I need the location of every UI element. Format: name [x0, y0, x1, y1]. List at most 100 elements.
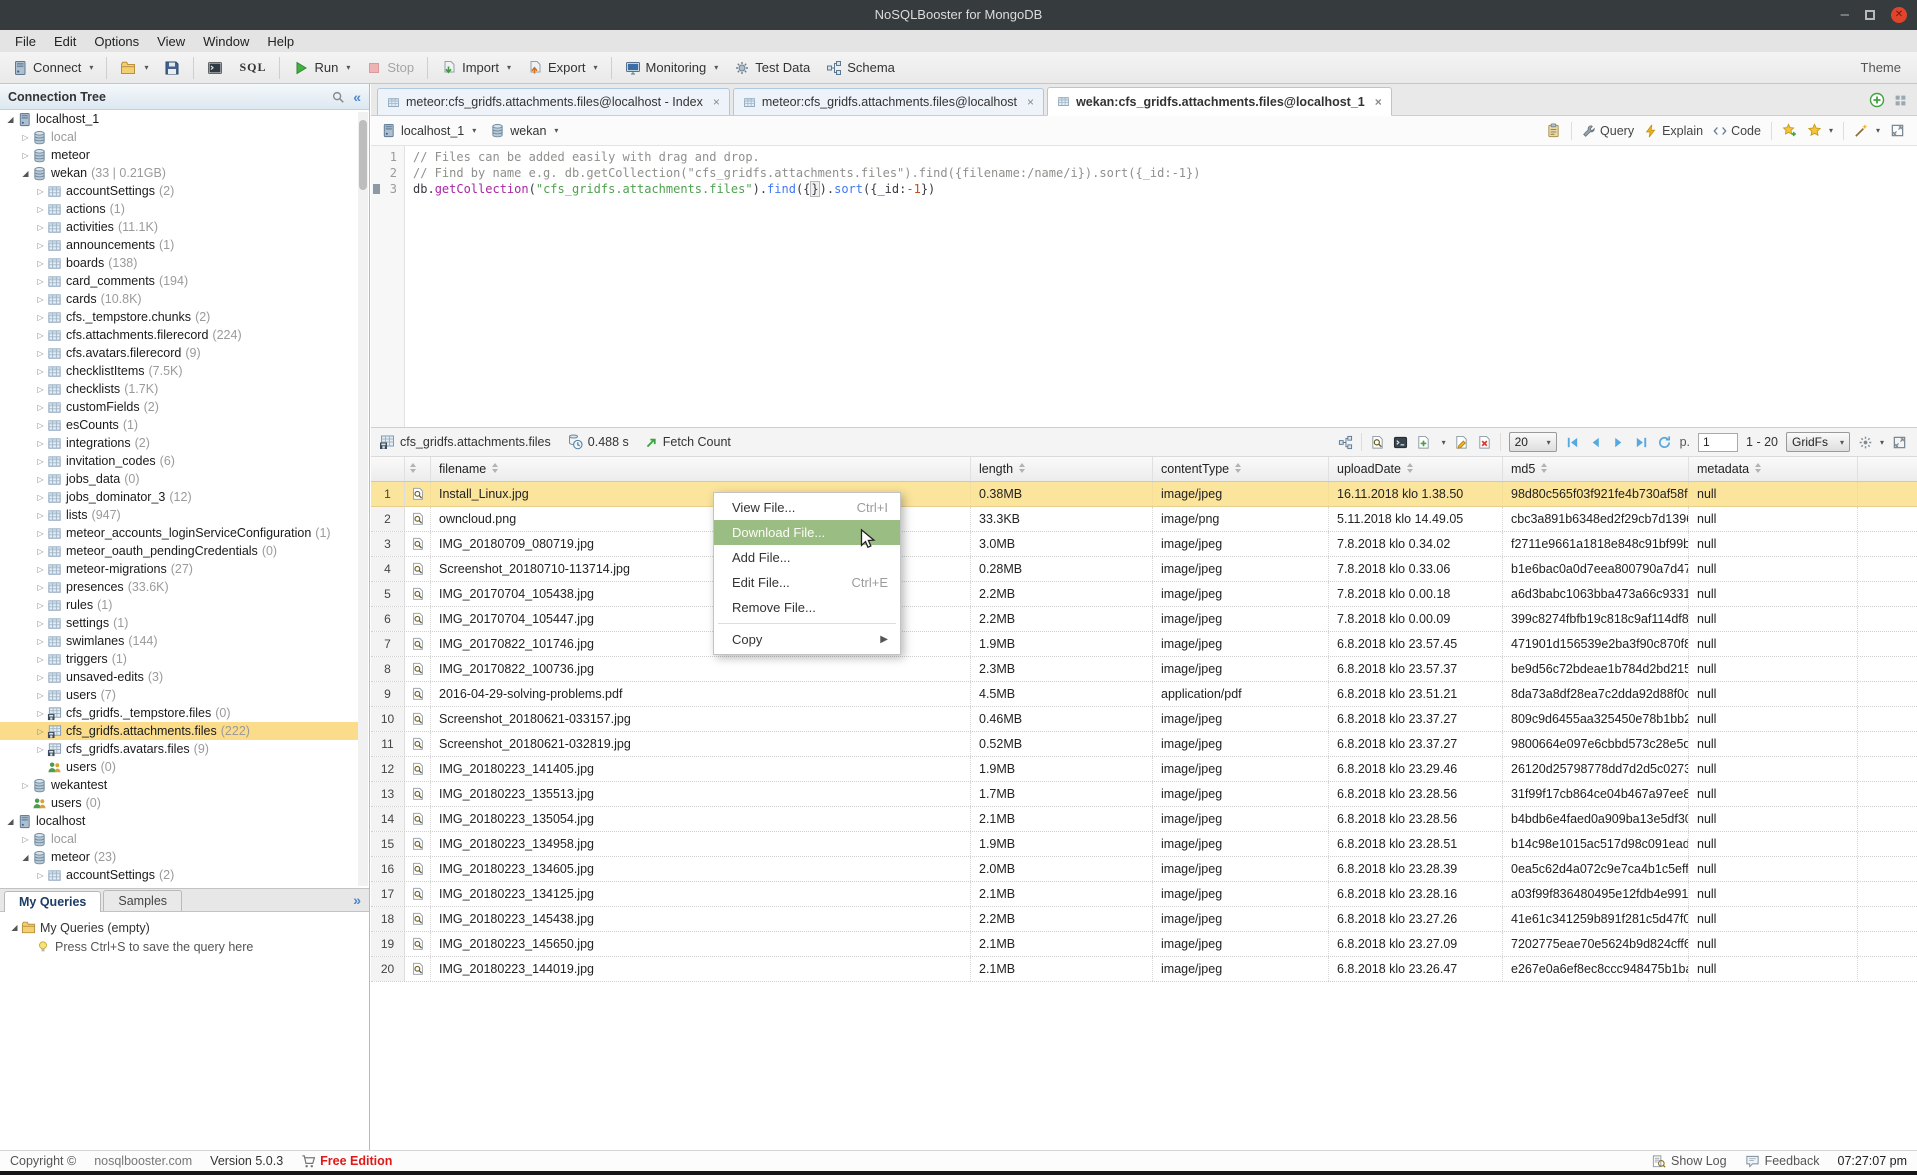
menu-file[interactable]: File: [6, 32, 45, 51]
row-preview-cell[interactable]: [405, 507, 431, 531]
collapsed-icon[interactable]: ▷: [34, 259, 47, 268]
collapsed-icon[interactable]: ▷: [34, 529, 47, 538]
collapsed-icon[interactable]: ▷: [34, 385, 47, 394]
row-preview-cell[interactable]: [405, 657, 431, 681]
tree-item[interactable]: ▷meteor-migrations(27): [0, 560, 358, 578]
collapsed-icon[interactable]: ▷: [34, 637, 47, 646]
menu-window[interactable]: Window: [194, 32, 258, 51]
feedback-button[interactable]: Feedback: [1745, 1154, 1820, 1169]
insert-caret[interactable]: ▾: [1442, 438, 1446, 447]
table-row[interactable]: 2owncloud.png33.3KBimage/png5.11.2018 kl…: [371, 507, 1917, 532]
insert-document-icon[interactable]: [1416, 435, 1431, 450]
sort-icon[interactable]: [1018, 462, 1026, 477]
page-number-input[interactable]: [1698, 433, 1738, 452]
column-header-metadata[interactable]: metadata: [1689, 457, 1858, 481]
table-row[interactable]: 11Screenshot_20180621-032819.jpg0.52MBim…: [371, 732, 1917, 757]
table-row[interactable]: 13IMG_20180223_135513.jpg1.7MBimage/jpeg…: [371, 782, 1917, 807]
collapsed-icon[interactable]: ▷: [34, 511, 47, 520]
row-preview-cell[interactable]: [405, 882, 431, 906]
tree-item[interactable]: ▷meteor_accounts_loginServiceConfigurati…: [0, 524, 358, 542]
show-log-button[interactable]: Show Log: [1651, 1154, 1727, 1169]
test-data-button[interactable]: Test Data: [726, 56, 818, 80]
expander-icon[interactable]: ◢: [8, 923, 21, 932]
collapsed-icon[interactable]: ▷: [34, 349, 47, 358]
collapsed-icon[interactable]: ▷: [34, 313, 47, 322]
expanded-icon[interactable]: ◢: [19, 169, 32, 178]
tree-item[interactable]: ▷cfs.attachments.filerecord(224): [0, 326, 358, 344]
tree-item[interactable]: ▷cfs.avatars.filerecord(9): [0, 344, 358, 362]
collapsed-icon[interactable]: ▷: [34, 745, 47, 754]
run-button[interactable]: Run▾: [285, 56, 358, 80]
tree-item[interactable]: ▷unsaved-edits(3): [0, 668, 358, 686]
monitoring-button[interactable]: Monitoring▾: [617, 56, 727, 80]
query-button[interactable]: Query: [1582, 124, 1634, 138]
table-row[interactable]: 15IMG_20180223_134958.jpg1.9MBimage/jpeg…: [371, 832, 1917, 857]
collapsed-icon[interactable]: ▷: [34, 457, 47, 466]
collapsed-icon[interactable]: ▷: [34, 475, 47, 484]
sort-icon[interactable]: [1540, 462, 1548, 477]
close-icon[interactable]: ✕: [1891, 7, 1907, 23]
table-row[interactable]: 92016-04-29-solving-problems.pdf4.5MBapp…: [371, 682, 1917, 707]
minimize-icon[interactable]: –: [1841, 10, 1849, 20]
free-edition-label[interactable]: Free Edition: [320, 1154, 392, 1168]
table-row[interactable]: 16IMG_20180223_134605.jpg2.0MBimage/jpeg…: [371, 857, 1917, 882]
search-icon[interactable]: [331, 90, 345, 104]
edit-document-icon[interactable]: [1454, 435, 1469, 450]
explain-button[interactable]: Explain: [1644, 124, 1703, 138]
expanded-icon[interactable]: ◢: [4, 817, 17, 826]
query-editor[interactable]: 1// Files can be added easily with drag …: [371, 146, 1917, 427]
table-row[interactable]: 18IMG_20180223_145438.jpg2.2MBimage/jpeg…: [371, 907, 1917, 932]
collapsed-icon[interactable]: ▷: [34, 331, 47, 340]
row-preview-cell[interactable]: [405, 557, 431, 581]
tree-item[interactable]: ▷checklistItems(7.5K): [0, 362, 358, 380]
collapsed-icon[interactable]: ▷: [19, 151, 32, 160]
maximize-icon[interactable]: [1865, 10, 1875, 20]
menu-options[interactable]: Options: [85, 32, 148, 51]
menu-edit[interactable]: Edit: [45, 32, 85, 51]
tree-item[interactable]: ▷presences(33.6K): [0, 578, 358, 596]
console-icon[interactable]: [1393, 435, 1408, 450]
column-header-md5[interactable]: md5: [1503, 457, 1689, 481]
collapsed-icon[interactable]: ▷: [34, 241, 47, 250]
expanded-icon[interactable]: ◢: [4, 115, 17, 124]
row-preview-cell[interactable]: [405, 832, 431, 856]
result-schema-icon[interactable]: [1338, 435, 1353, 450]
tree-item[interactable]: ▷checklists(1.7K): [0, 380, 358, 398]
editor-tab[interactable]: meteor:cfs_gridfs.attachments.files@loca…: [377, 88, 730, 115]
sort-icon[interactable]: [1406, 462, 1414, 477]
sql-button[interactable]: SQL: [231, 56, 274, 79]
tree-item[interactable]: ▷esCounts(1): [0, 416, 358, 434]
row-preview-cell[interactable]: [405, 757, 431, 781]
collapsed-icon[interactable]: ▷: [34, 691, 47, 700]
results-settings-button[interactable]: ▾: [1858, 435, 1884, 450]
table-row[interactable]: 8IMG_20170822_100736.jpg2.3MBimage/jpeg6…: [371, 657, 1917, 682]
menu-view[interactable]: View: [148, 32, 194, 51]
delete-document-icon[interactable]: [1477, 435, 1492, 450]
collapsed-icon[interactable]: ▷: [34, 655, 47, 664]
database-selector[interactable]: wekan▾: [490, 123, 558, 138]
collapsed-icon[interactable]: ▷: [34, 187, 47, 196]
refresh-icon[interactable]: [1657, 435, 1672, 450]
table-row[interactable]: 20IMG_20180223_144019.jpg2.1MBimage/jpeg…: [371, 957, 1917, 982]
column-header-contentType[interactable]: contentType: [1153, 457, 1329, 481]
tree-item[interactable]: ▷cfs._tempstore.chunks(2): [0, 308, 358, 326]
close-tab-icon[interactable]: ×: [1027, 95, 1034, 109]
tree-item[interactable]: ▷cfs_gridfs.avatars.files(9): [0, 740, 358, 758]
tree-item[interactable]: ▷customFields(2): [0, 398, 358, 416]
sort-icon[interactable]: [1234, 462, 1242, 477]
view-mode-select[interactable]: GridFs▾: [1786, 432, 1850, 452]
tree-item[interactable]: ▷actions(1): [0, 200, 358, 218]
tree-item[interactable]: ▷users(7): [0, 686, 358, 704]
table-row[interactable]: 10Screenshot_20180621-033157.jpg0.46MBim…: [371, 707, 1917, 732]
table-row[interactable]: 19IMG_20180223_145650.jpg2.1MBimage/jpeg…: [371, 932, 1917, 957]
maximize-editor-icon[interactable]: [1890, 123, 1905, 138]
sort-icon[interactable]: [409, 462, 417, 477]
tree-item[interactable]: ▷invitation_codes(6): [0, 452, 358, 470]
tree-item[interactable]: users(0): [0, 794, 358, 812]
collapsed-icon[interactable]: ▷: [34, 601, 47, 610]
collapsed-icon[interactable]: ▷: [34, 439, 47, 448]
collapsed-icon[interactable]: ▷: [34, 277, 47, 286]
first-page-icon[interactable]: [1565, 435, 1580, 450]
collapsed-icon[interactable]: ▷: [34, 367, 47, 376]
tree-item[interactable]: users(0): [0, 758, 358, 776]
